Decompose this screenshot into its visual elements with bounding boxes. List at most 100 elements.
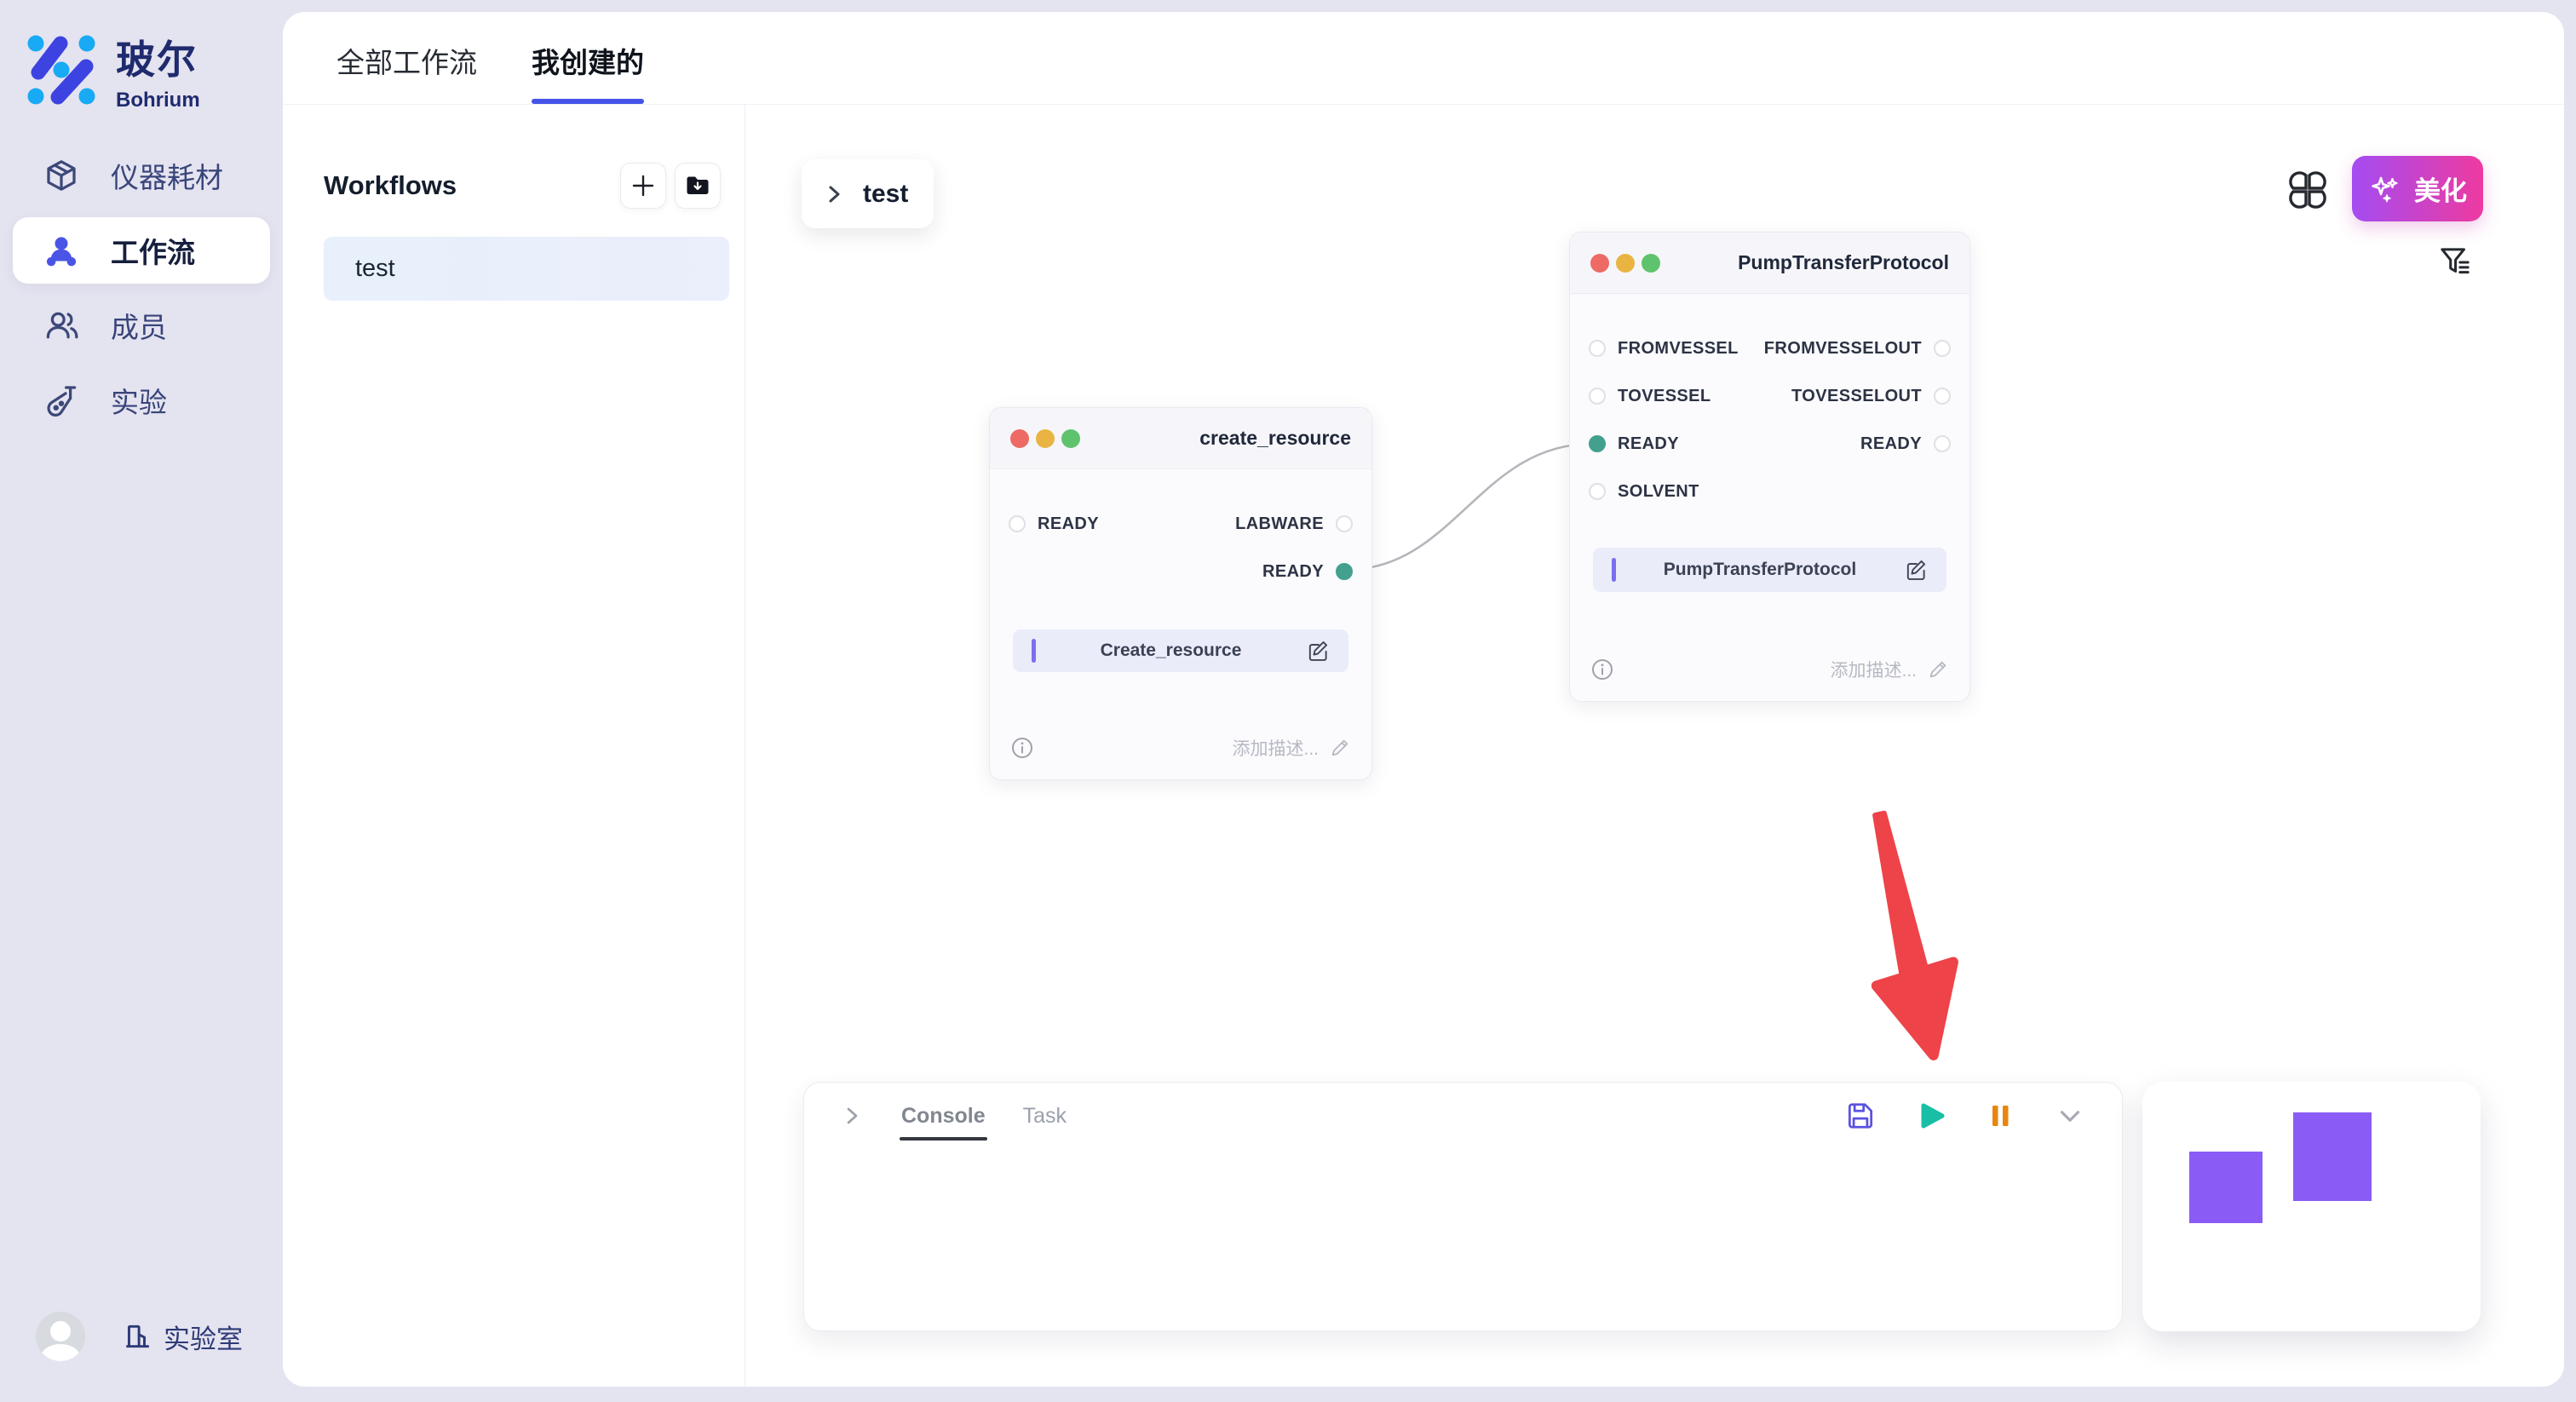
port-circle[interactable] [1589, 483, 1606, 500]
node-title: PumpTransferProtocol [1738, 251, 1949, 274]
output-port-tovesselout[interactable]: TOVESSELOUT [1791, 387, 1951, 406]
sidebar-item-label: 成员 [111, 305, 167, 346]
traffic-green-dot [1061, 429, 1080, 448]
node-action-pump-transfer[interactable]: PumpTransferProtocol [1593, 548, 1946, 592]
package-icon [44, 158, 78, 192]
port-circle[interactable] [1934, 388, 1951, 405]
node-footer: 添加描述... [1570, 657, 1969, 701]
port-circle[interactable] [1589, 388, 1606, 405]
port-circle-connected[interactable] [1589, 435, 1606, 452]
node-action-create-resource[interactable]: Create_resource [1013, 629, 1348, 672]
sidebar-nav: 仪器耗材 工作流 成员 [0, 142, 283, 434]
tab-task[interactable]: Task [1023, 1104, 1067, 1129]
input-port-solvent[interactable]: SOLVENT [1589, 482, 1699, 502]
output-port-ready[interactable]: READY [1860, 434, 1951, 454]
input-port-ready[interactable]: READY [1009, 514, 1099, 534]
info-icon[interactable] [1590, 658, 1614, 681]
run-play-icon[interactable] [1916, 1100, 1946, 1131]
port-circle[interactable] [1009, 515, 1026, 532]
traffic-red-dot [1010, 429, 1029, 448]
beautify-label: 美化 [2414, 170, 2467, 208]
sidebar: 玻尔 Bohrium 仪器耗材 工作流 [0, 0, 283, 1402]
minimap-node-rect [2189, 1152, 2263, 1223]
brand-title: 玻尔 [116, 29, 200, 85]
import-folder-button[interactable] [675, 163, 721, 209]
port-circle[interactable] [1589, 340, 1606, 357]
workflow-tabs: 全部工作流 我创建的 [283, 12, 2564, 105]
avatar[interactable] [36, 1312, 85, 1361]
workflow-canvas[interactable]: test 美化 [745, 105, 2564, 1386]
save-icon[interactable] [1844, 1100, 1877, 1132]
traffic-red-dot [1590, 254, 1609, 273]
edge-create-to-pump [1346, 444, 1592, 570]
apps-clover-icon[interactable] [2284, 166, 2332, 214]
test-tube-icon [44, 383, 78, 417]
building-icon [123, 1322, 152, 1351]
output-port-labware[interactable]: LABWARE [1235, 514, 1353, 534]
pause-icon[interactable] [1986, 1101, 2015, 1130]
node-title: create_resource [1199, 427, 1351, 450]
bohrium-logo-icon [26, 35, 97, 106]
console-panel: Console Task [803, 1082, 2123, 1331]
chevron-down-icon[interactable] [2054, 1100, 2086, 1132]
node-create-resource[interactable]: create_resource READY LABWARE [989, 407, 1372, 780]
breadcrumb-label: test [863, 180, 908, 209]
input-port-ready[interactable]: READY [1589, 434, 1679, 454]
port-circle-connected[interactable] [1336, 563, 1353, 580]
node-header: PumpTransferProtocol [1570, 233, 1969, 294]
plus-icon [630, 173, 656, 198]
workflow-list-item[interactable]: test [324, 237, 729, 301]
tab-all-workflows[interactable]: 全部工作流 [336, 40, 477, 104]
traffic-green-dot [1642, 254, 1660, 273]
node-header: create_resource [990, 408, 1371, 469]
port-circle[interactable] [1336, 515, 1353, 532]
traffic-yellow-dot [1036, 429, 1055, 448]
sidebar-item-experiments[interactable]: 实验 [13, 367, 270, 434]
sidebar-item-instruments[interactable]: 仪器耗材 [13, 142, 270, 209]
collapse-chevron-icon[interactable] [840, 1104, 864, 1128]
info-icon[interactable] [1010, 736, 1034, 760]
output-port-fromvesselout[interactable]: FROMVESSELOUT [1764, 339, 1951, 359]
sidebar-footer: 实验室 [36, 1312, 243, 1361]
sidebar-item-label: 仪器耗材 [111, 155, 223, 196]
sidebar-item-workflow[interactable]: 工作流 [13, 217, 270, 284]
workflows-panel: Workflows [283, 105, 745, 1386]
description-placeholder[interactable]: 添加描述... [1830, 657, 1949, 682]
lab-switcher[interactable]: 实验室 [123, 1318, 243, 1356]
members-icon [44, 308, 78, 342]
chevron-right-icon [822, 182, 846, 206]
workflow-people-icon [44, 233, 78, 267]
input-port-fromvessel[interactable]: FROMVESSEL [1589, 339, 1739, 359]
filter-icon[interactable] [2437, 244, 2473, 280]
lab-label: 实验室 [164, 1318, 243, 1356]
input-port-tovessel[interactable]: TOVESSEL [1589, 387, 1711, 406]
traffic-lights [1010, 429, 1080, 448]
main-panel: 全部工作流 我创建的 Workflows [283, 12, 2564, 1387]
description-placeholder[interactable]: 添加描述... [1232, 735, 1351, 761]
edit-icon[interactable] [1904, 558, 1928, 582]
workflows-title: Workflows [324, 170, 457, 201]
edit-icon[interactable] [1306, 639, 1330, 663]
brand-subtitle: Bohrium [116, 89, 200, 112]
add-workflow-button[interactable] [620, 163, 666, 209]
minimap[interactable] [2142, 1082, 2481, 1331]
node-footer: 添加描述... [990, 735, 1371, 779]
traffic-yellow-dot [1616, 254, 1635, 273]
sidebar-item-label: 实验 [111, 380, 167, 421]
minimap-node-rect [2293, 1112, 2372, 1201]
beautify-button[interactable]: 美化 [2352, 156, 2483, 221]
port-circle[interactable] [1934, 340, 1951, 357]
sidebar-item-members[interactable]: 成员 [13, 292, 270, 359]
tab-console[interactable]: Console [901, 1104, 986, 1129]
traffic-lights [1590, 254, 1660, 273]
output-port-ready[interactable]: READY [1262, 562, 1353, 582]
breadcrumb[interactable]: test [802, 159, 934, 228]
port-circle[interactable] [1934, 435, 1951, 452]
sidebar-item-label: 工作流 [111, 230, 195, 271]
pencil-icon [1927, 658, 1949, 681]
pencil-icon [1329, 737, 1351, 759]
node-pump-transfer-protocol[interactable]: PumpTransferProtocol FROMVESSEL FROMVESS… [1569, 232, 1970, 702]
bohrium-logo: 玻尔 Bohrium [26, 29, 200, 112]
folder-download-icon [684, 172, 711, 199]
tab-my-created[interactable]: 我创建的 [532, 40, 644, 104]
